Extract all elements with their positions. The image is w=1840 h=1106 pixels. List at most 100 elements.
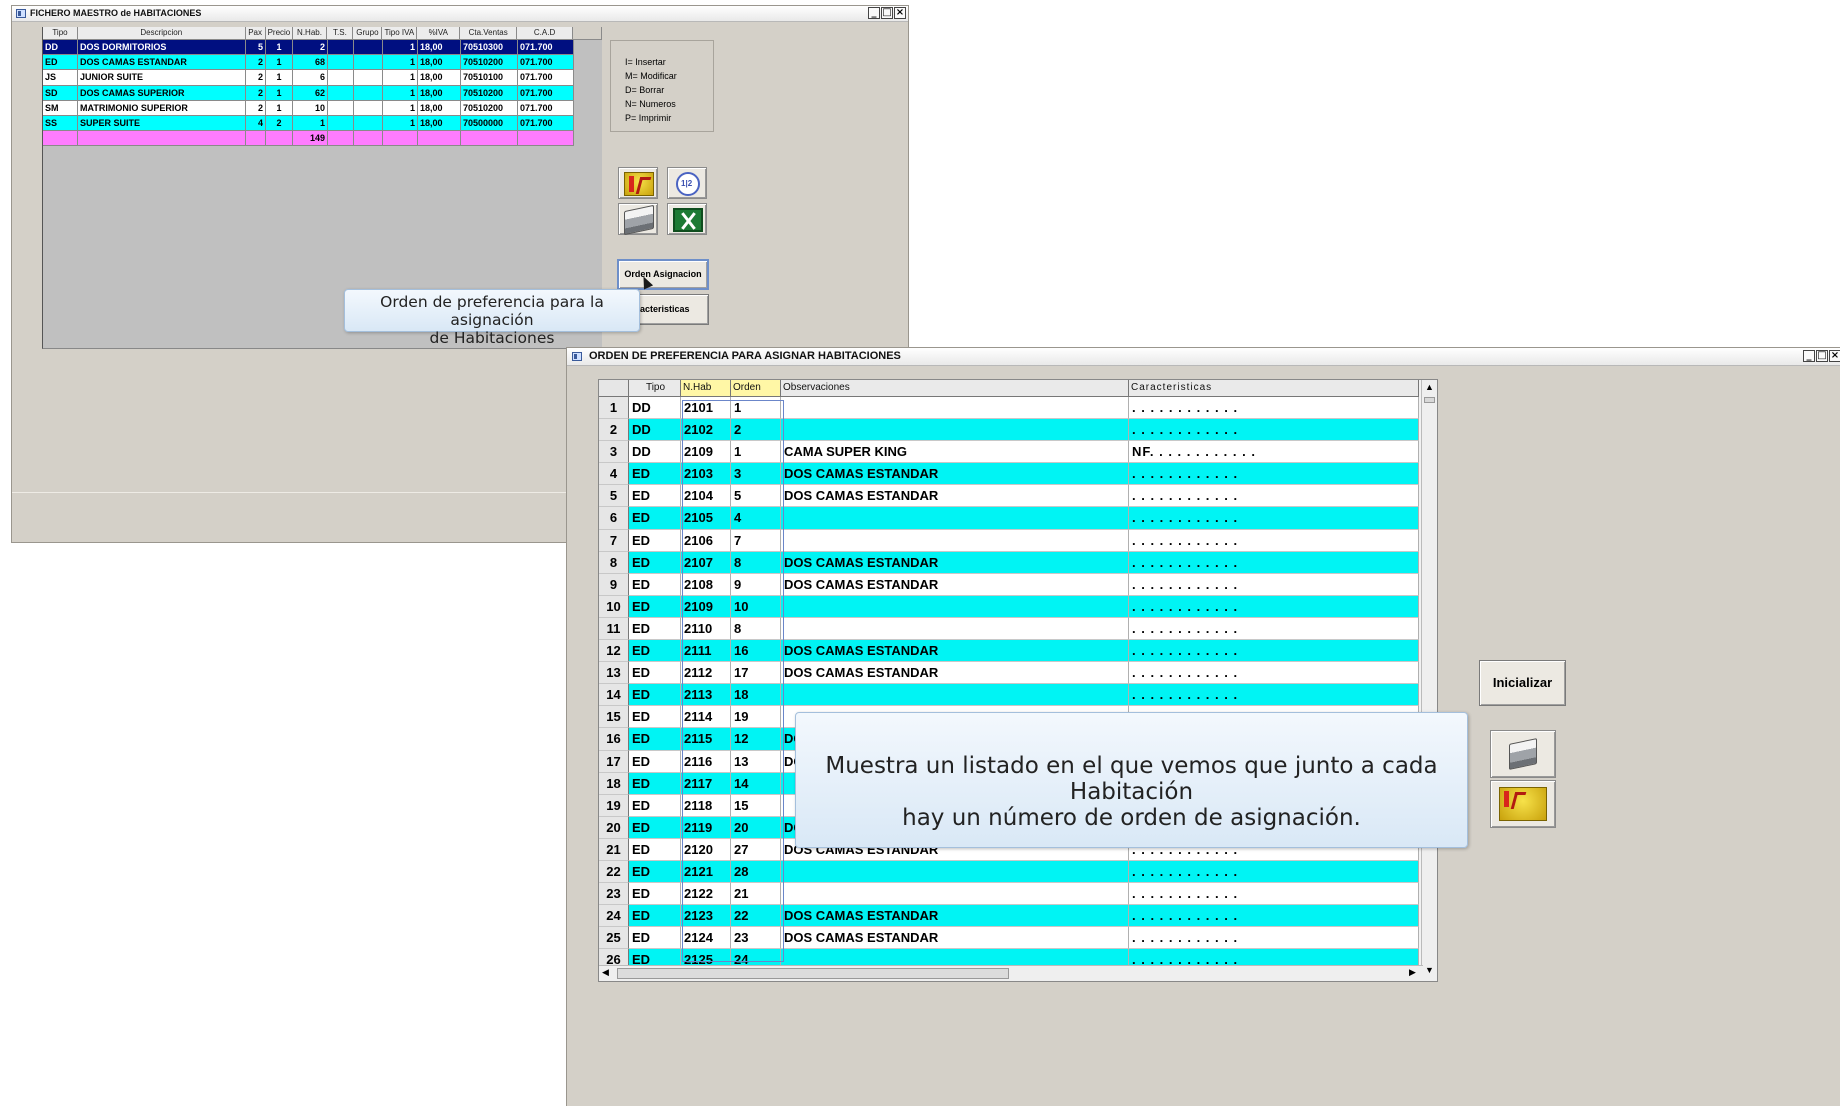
cell-nhab[interactable]: 2108 — [681, 573, 731, 596]
table-row[interactable]: 5 ED 2104 5 DOS CAMAS ESTANDAR. . . . . . . … — [599, 485, 1419, 508]
cell-tipo[interactable]: ED — [629, 684, 681, 707]
cell-tipo[interactable]: ED — [629, 905, 681, 928]
header-desc[interactable]: Descripcion — [77, 27, 246, 40]
cell-obs[interactable]: DOS CAMAS ESTANDAR — [781, 640, 1129, 663]
exit-button[interactable] — [618, 167, 658, 199]
maximize-icon[interactable]: □ — [1816, 350, 1828, 362]
cell-car[interactable]: . . . . . . . . . . . . — [1129, 551, 1419, 574]
cell-nhab[interactable]: 2112 — [681, 662, 731, 685]
table-row[interactable]: SM MATRIMONIO SUPERIOR 2 1 10 1 18,00 70510200 0… — [43, 100, 602, 116]
cell-tipo[interactable]: ED — [629, 838, 681, 861]
minimize-icon[interactable]: _ — [1803, 350, 1815, 362]
cell-tipo[interactable]: ED — [629, 573, 681, 596]
scroll-right-icon[interactable]: ▶ — [1409, 967, 1416, 978]
order-grid[interactable]: Tipo N.Hab Orden Observaciones Caracteri… — [598, 379, 1438, 982]
cell-obs[interactable]: DOS CAMAS ESTANDAR — [781, 905, 1129, 928]
exit-button[interactable] — [1490, 780, 1556, 828]
cell-car[interactable]: . . . . . . . . . . . . — [1129, 860, 1419, 884]
horizontal-scrollbar[interactable]: ◀ ▶ — [599, 965, 1423, 981]
cell-obs[interactable]: DOS CAMAS ESTANDAR — [781, 662, 1129, 685]
cell-orden[interactable]: 15 — [731, 794, 781, 817]
cell-nhab[interactable]: 2124 — [681, 927, 731, 950]
header-ts[interactable]: T.S. — [327, 27, 354, 40]
table-row[interactable]: DD DOS DORMITORIOS 5 1 2 1 18,00 70510300 071.70… — [43, 40, 602, 56]
cell-obs[interactable] — [781, 419, 1129, 442]
header-tipo[interactable]: Tipo — [629, 380, 681, 397]
cell-orden[interactable]: 14 — [731, 772, 781, 795]
header-cad[interactable]: C.A.D — [517, 27, 574, 40]
cell-obs[interactable]: DOS CAMAS ESTANDAR — [781, 463, 1129, 486]
header-caracteristicas[interactable]: Caracteristicas — [1129, 380, 1419, 397]
table-row[interactable]: 2 DD 2102 2. . . . . . . . . . . . — [599, 419, 1419, 442]
cell-nhab[interactable]: 2119 — [681, 816, 731, 839]
cell-orden[interactable]: 9 — [731, 573, 781, 596]
cell-orden[interactable]: 18 — [731, 684, 781, 707]
cell-car[interactable]: NF. . . . . . . . . . . . — [1129, 441, 1419, 464]
table-row[interactable]: 10 ED 2109 10. . . . . . . . . . . . — [599, 595, 1419, 618]
cell-nhab[interactable]: 2111 — [681, 640, 731, 663]
cell-tipo[interactable]: ED — [629, 617, 681, 641]
header-observaciones[interactable]: Observaciones — [781, 380, 1129, 397]
table-row[interactable]: 25 ED 2124 23 DOS CAMAS ESTANDAR. . . . . . … — [599, 927, 1419, 950]
table-row[interactable]: SD DOS CAMAS SUPERIOR 2 1 62 1 18,00 70510200 07… — [43, 85, 602, 101]
cell-car[interactable]: . . . . . . . . . . . . — [1129, 397, 1419, 420]
header-grupo[interactable]: Grupo — [353, 27, 383, 40]
cell-obs[interactable] — [781, 529, 1129, 552]
cell-tipo[interactable]: ED — [629, 706, 681, 729]
cell-orden[interactable]: 23 — [731, 927, 781, 950]
cell-tipo[interactable]: ED — [629, 728, 681, 751]
cell-obs[interactable] — [781, 684, 1129, 707]
table-row[interactable]: 6 ED 2105 4 . . . . . . . . . . . . — [599, 507, 1419, 530]
cell-car[interactable]: . . . . . . . . . . . . — [1129, 662, 1419, 685]
cell-obs[interactable]: CAMA SUPER KING — [781, 441, 1129, 464]
cell-orden[interactable]: 16 — [731, 640, 781, 663]
table-row[interactable]: 24 ED 2123 22 DOS CAMAS ESTANDAR. . . . . . … — [599, 905, 1419, 928]
cell-orden[interactable]: 1 — [731, 441, 781, 464]
cell-tipo[interactable]: ED — [629, 750, 681, 773]
cell-tipo[interactable]: ED — [629, 772, 681, 795]
table-row[interactable]: SS SUPER SUITE 4 2 1 1 18,00 70500000 071.700 — [43, 115, 602, 132]
cell-nhab[interactable]: 2118 — [681, 794, 731, 817]
cell-nhab[interactable]: 2109 — [681, 595, 731, 618]
cell-car[interactable]: . . . . . . . . . . . . — [1129, 419, 1419, 442]
scroll-down-icon[interactable]: ▼ — [1425, 965, 1434, 975]
cell-tipo[interactable]: ED — [629, 595, 681, 618]
cell-obs[interactable] — [781, 397, 1129, 420]
cell-orden[interactable]: 22 — [731, 905, 781, 928]
inicializar-button[interactable]: Inicializar — [1479, 660, 1566, 706]
table-row[interactable]: 7 ED 2106 7. . . . . . . . . . . . — [599, 529, 1419, 552]
table-row[interactable]: 4 ED 2103 3 DOS CAMAS ESTANDAR. . . . . . . … — [599, 463, 1419, 486]
cell-car[interactable]: . . . . . . . . . . . . — [1129, 905, 1419, 928]
cell-nhab[interactable]: 2113 — [681, 684, 731, 707]
cell-car[interactable]: . . . . . . . . . . . . — [1129, 883, 1419, 906]
cell-orden[interactable]: 5 — [731, 485, 781, 508]
cell-obs[interactable]: DOS CAMAS ESTANDAR — [781, 551, 1129, 574]
cell-tipo[interactable]: ED — [629, 485, 681, 508]
scroll-left-icon[interactable]: ◀ — [602, 967, 609, 978]
close-icon[interactable]: × — [1829, 350, 1840, 362]
cell-tipo[interactable]: ED — [629, 794, 681, 817]
cell-orden[interactable]: 4 — [731, 507, 781, 530]
table-row[interactable]: 3 DD 2109 1 CAMA SUPER KING NF. . . . . . . .… — [599, 441, 1419, 464]
header-cta[interactable]: Cta.Ventas — [460, 27, 518, 40]
maximize-icon[interactable]: □ — [881, 7, 893, 19]
table-row[interactable]: 23 ED 2122 21 . . . . . . . . . . . . — [599, 883, 1419, 906]
cell-orden[interactable]: 8 — [731, 551, 781, 574]
vertical-scrollbar[interactable]: ▲ ▼ — [1421, 380, 1437, 981]
cell-tipo[interactable]: DD — [629, 419, 681, 442]
cell-nhab[interactable]: 2117 — [681, 772, 731, 795]
cell-obs[interactable]: DOS CAMAS ESTANDAR — [781, 573, 1129, 596]
cell-obs[interactable] — [781, 595, 1129, 618]
table-row[interactable]: JS JUNIOR SUITE 2 1 6 1 18,00 70510100 071.700 — [43, 70, 602, 86]
cell-car[interactable]: . . . . . . . . . . . . — [1129, 529, 1419, 552]
cell-obs[interactable]: DOS CAMAS ESTANDAR — [781, 927, 1129, 950]
cell-obs[interactable] — [781, 860, 1129, 884]
header-piva[interactable]: %IVA — [417, 27, 461, 40]
table-row[interactable]: 22 ED 2121 28 . . . . . . . . . . . . — [599, 860, 1419, 884]
minimize-icon[interactable]: _ — [868, 7, 880, 19]
header-orden[interactable]: Orden — [731, 380, 781, 397]
cell-tipo[interactable]: ED — [629, 463, 681, 486]
cell-obs[interactable] — [781, 883, 1129, 906]
cell-nhab[interactable]: 2115 — [681, 728, 731, 751]
cell-nhab[interactable]: 2104 — [681, 485, 731, 508]
